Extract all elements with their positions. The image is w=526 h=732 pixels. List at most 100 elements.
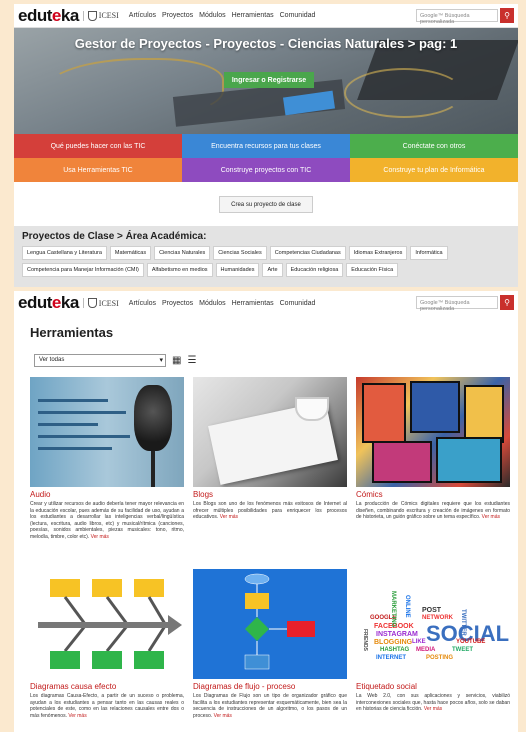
tool-card-flowchart[interactable]: Diagramas de flujo - proceso Los Diagram… <box>193 569 347 732</box>
icesi-logo: ICESI <box>82 10 119 21</box>
tools-grid: Audio Crear y utilizar recursos de audio… <box>30 377 510 732</box>
word-cloud-term: LIKE <box>412 639 426 645</box>
icesi-logo: ICESI <box>82 298 119 308</box>
word-cloud-term: POST <box>422 607 442 614</box>
tile-encuentra-recursos[interactable]: Encuentra recursos para tus clases <box>182 134 350 158</box>
process-node <box>244 654 270 670</box>
nav-proyectos[interactable]: Proyectos <box>162 300 193 307</box>
area-chip[interactable]: Arte <box>262 263 283 277</box>
search-input[interactable]: Google™ Búsqueda personalizada <box>416 296 498 312</box>
comic-panel <box>362 383 406 443</box>
read-more-link[interactable]: Ver más <box>220 514 238 520</box>
search-button[interactable]: ⚲ <box>500 295 514 310</box>
nav-modulos[interactable]: Módulos <box>199 12 225 19</box>
microphone-shape <box>134 385 172 451</box>
area-chip[interactable]: Informática <box>410 246 448 260</box>
tool-card-title[interactable]: Diagramas causa efecto <box>30 682 184 691</box>
icesi-emblem-icon <box>87 298 97 308</box>
word-cloud-term: POSTING <box>426 655 454 661</box>
tool-card-comics[interactable]: Cómics La producción de Cómics digitales… <box>356 377 510 555</box>
login-register-button[interactable]: Ingresar o Registrarse <box>224 72 314 88</box>
area-chip[interactable]: Lengua Castellana y Literatura <box>22 246 107 260</box>
read-more-link[interactable]: Ver más <box>68 713 86 719</box>
tool-card-description: La Web 2.0, con sus aplicaciones y servi… <box>356 693 510 712</box>
search-button[interactable]: ⚲ <box>500 8 514 23</box>
decision-node <box>245 617 269 641</box>
tile-plan-informatica[interactable]: Construye tu plan de Informática <box>350 158 518 182</box>
start-node <box>244 573 270 585</box>
read-more-link[interactable]: Ver más <box>482 514 500 520</box>
area-chip[interactable]: Idiomas Extranjeros <box>348 246 408 260</box>
eduteka-logo[interactable]: eduteka <box>18 6 79 26</box>
comic-panel <box>410 381 460 433</box>
nav-articulos[interactable]: Artículos <box>129 300 156 307</box>
comics-image <box>356 377 510 487</box>
waveform-line <box>38 423 98 426</box>
tile-construye-proyectos[interactable]: Construye proyectos con TIC <box>182 158 350 182</box>
area-chip[interactable]: Competencias Ciudadanas <box>269 246 346 260</box>
eduteka-logo[interactable]: eduteka <box>18 293 79 313</box>
nav-articulos[interactable]: Artículos <box>129 12 156 19</box>
page-title: Herramientas <box>30 325 114 340</box>
icesi-emblem-icon <box>87 10 97 21</box>
category-filter-select[interactable]: Ver todas <box>34 354 166 367</box>
tool-card-social-tagging[interactable]: SOCIAL FACEBOOK INSTAGRAM BLOGGING HASHT… <box>356 569 510 732</box>
list-view-icon[interactable]: ☰ <box>187 355 196 366</box>
cause-box <box>50 579 80 597</box>
flowchart-diagram <box>244 573 315 670</box>
read-more-link[interactable]: Ver más <box>214 713 232 719</box>
top-navigation-bar: eduteka ICESI Artículos Proyectos Módulo… <box>14 4 518 28</box>
area-chip[interactable]: Educación religiosa <box>285 263 344 277</box>
grid-view-icon[interactable]: ▦ <box>172 355 181 366</box>
word-cloud-term: INTERNET <box>376 655 406 661</box>
search-icon: ⚲ <box>504 298 510 307</box>
nav-modulos[interactable]: Módulos <box>199 300 225 307</box>
tool-card-title[interactable]: Etiquetado social <box>356 682 510 691</box>
create-project-button[interactable]: Crea su proyecto de clase <box>219 196 313 213</box>
blogs-image <box>193 377 347 487</box>
read-more-link[interactable]: Ver más <box>91 534 109 540</box>
fishbone-diagram <box>38 579 182 669</box>
nav-proyectos[interactable]: Proyectos <box>162 12 193 19</box>
tool-card-audio[interactable]: Audio Crear y utilizar recursos de audio… <box>30 377 184 555</box>
area-chip[interactable]: Ciencias Sociales <box>213 246 267 260</box>
area-chip-list: Lengua Castellana y Literatura Matemátic… <box>22 246 510 277</box>
read-more-link[interactable]: Ver más <box>424 706 442 712</box>
tool-card-title[interactable]: Blogs <box>193 490 347 499</box>
word-cloud-term: FRIENDS <box>362 629 368 651</box>
area-chip[interactable]: Humanidades <box>215 263 260 277</box>
tool-card-cause-effect[interactable]: Diagramas causa efecto Los diagramas Cau… <box>30 569 184 732</box>
comic-panel <box>372 441 432 483</box>
microphone-stand-shape <box>151 451 155 487</box>
tile-que-puedes-hacer[interactable]: Qué puedes hacer con las TIC <box>14 134 182 158</box>
tool-card-blogs[interactable]: Blogs Los Blogs son uno de los fenómenos… <box>193 377 347 555</box>
tool-card-title[interactable]: Diagramas de flujo - proceso <box>193 682 347 691</box>
tile-conectate[interactable]: Conéctate con otros <box>350 134 518 158</box>
area-chip[interactable]: Educación Física <box>346 263 399 277</box>
word-cloud-term: YOUTUBE <box>456 639 486 645</box>
top-navigation-bar: eduteka ICESI Artículos Proyectos Módulo… <box>14 291 518 315</box>
nav-comunidad[interactable]: Comunidad <box>280 300 316 307</box>
area-chip[interactable]: Matemáticas <box>109 246 152 260</box>
word-cloud-term: TWEET <box>452 647 473 653</box>
nav-herramientas[interactable]: Herramientas <box>232 12 274 19</box>
process-node <box>287 621 315 637</box>
audio-image <box>30 377 184 487</box>
tool-card-title[interactable]: Audio <box>30 490 184 499</box>
feature-tiles: Qué puedes hacer con las TIC Encuentra r… <box>14 134 518 182</box>
effect-box <box>50 651 80 669</box>
word-cloud-term: ONLINE <box>404 595 410 618</box>
tool-card-title[interactable]: Cómics <box>356 490 510 499</box>
screenshot-herramientas: eduteka ICESI Artículos Proyectos Módulo… <box>14 291 518 732</box>
nav-herramientas[interactable]: Herramientas <box>232 300 274 307</box>
tool-card-description: Crear y utilizar recursos de audio deber… <box>30 501 184 540</box>
area-chip[interactable]: Competencia para Manejar Información (CM… <box>22 263 144 277</box>
tile-usa-herramientas[interactable]: Usa Herramientas TIC <box>14 158 182 182</box>
nav-comunidad[interactable]: Comunidad <box>280 12 316 19</box>
coffee-cup-shape <box>295 397 329 421</box>
process-node <box>245 593 269 609</box>
area-chip[interactable]: Alfabetismo en medios <box>146 263 213 277</box>
area-chip[interactable]: Ciencias Naturales <box>154 246 211 260</box>
search-input[interactable]: Google™ Búsqueda personalizada <box>416 9 498 25</box>
projects-area-section: Proyectos de Clase > Área Académica: Len… <box>14 226 518 287</box>
